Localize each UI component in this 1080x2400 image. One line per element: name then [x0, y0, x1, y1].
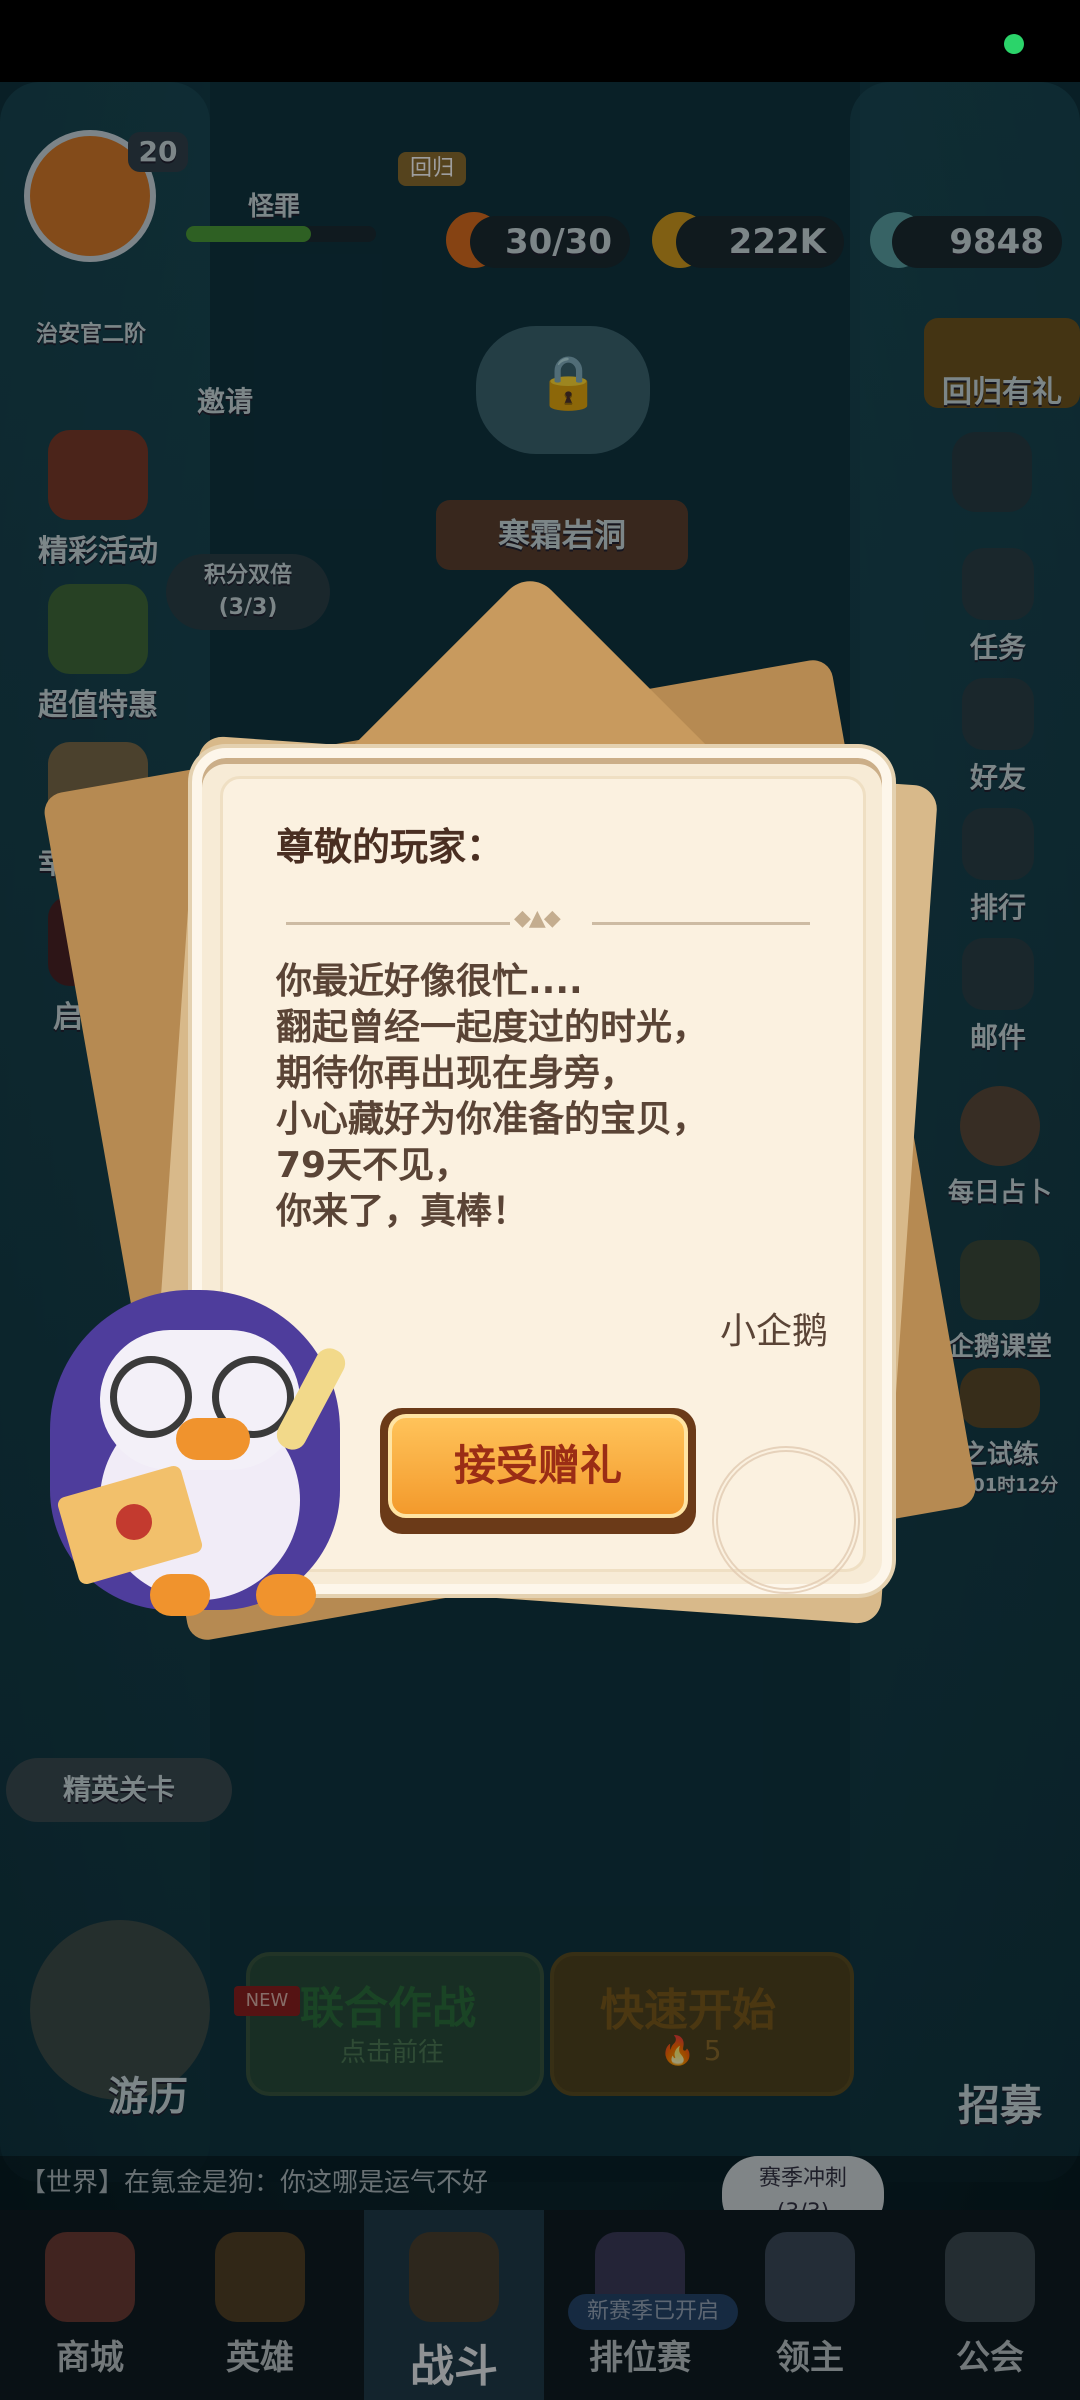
penguin-foot-right — [256, 1574, 316, 1616]
letter-line: 你最近好像很忙.... — [276, 961, 583, 1002]
camera-indicator-dot — [1004, 34, 1024, 54]
letter-greeting: 尊敬的玩家： — [276, 825, 505, 869]
penguin-stamp-icon — [712, 1446, 860, 1594]
letter-line: 翻起曾经一起度过的时光， — [276, 1007, 709, 1048]
divider-line-right — [592, 922, 810, 925]
status-bar — [0, 0, 1080, 82]
letter-line: 期待你再出现在身旁， — [276, 1053, 637, 1094]
penguin-beak — [176, 1418, 250, 1460]
letter-line: 79天不见， — [276, 1145, 471, 1186]
letter-line: 你来了，真棒！ — [276, 1191, 529, 1232]
divider-line-left — [286, 922, 510, 925]
penguin-foot-left — [150, 1574, 210, 1616]
wax-seal-icon — [116, 1504, 152, 1540]
accept-gift-label[interactable]: 接受赠礼 — [388, 1414, 688, 1518]
letter-signature: 小企鹅 — [720, 1311, 829, 1352]
divider-ornament-icon: ◆▲◆ — [514, 906, 561, 931]
letter-line: 小心藏好为你准备的宝贝， — [276, 1099, 709, 1140]
